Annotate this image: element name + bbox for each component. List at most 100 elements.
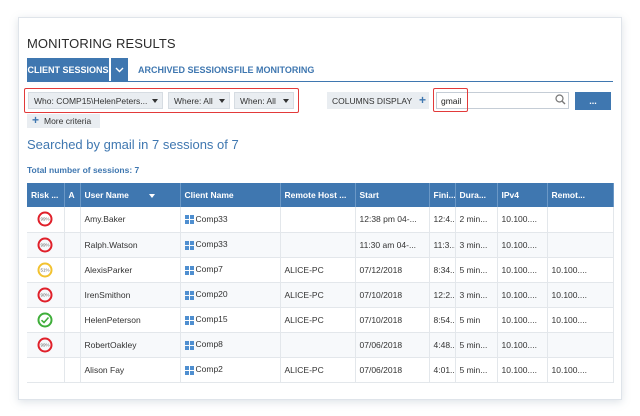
client-name-label: Comp7 <box>195 264 223 275</box>
start-cell: 12:38 pm 04-... <box>355 207 430 233</box>
column-header-remote-ip[interactable]: Remot... <box>547 183 614 207</box>
user-name-cell: Alison Fay <box>80 357 181 383</box>
risk-cell: 99% <box>27 332 65 358</box>
column-header-user-name-label: User Name <box>84 190 129 200</box>
table-row[interactable]: 99% Ralph.Watson Comp33 11:30 am 04-... 11:3… <box>27 232 614 258</box>
alert-cell <box>64 207 81 233</box>
remote-ip-cell: 10.100.... <box>547 307 614 333</box>
user-name-cell: RobertOakley <box>80 332 181 358</box>
client-name-cell: Comp33 <box>180 207 281 233</box>
windows-icon <box>184 265 194 275</box>
table-row[interactable]: 99% Amy.Baker Comp33 12:38 pm 04-... 12:4...… <box>27 207 614 233</box>
remote-host-cell: ALICE-PC <box>280 307 356 333</box>
more-criteria-button[interactable]: + More criteria <box>27 113 100 128</box>
remote-ip-cell <box>547 207 614 233</box>
user-name-cell: AlexisParker <box>80 257 181 283</box>
column-header-client-name[interactable]: Client Name <box>180 183 281 207</box>
table-row[interactable]: Alison Fay Comp2 ALICE-PC 07/06/2018 4:01...… <box>27 357 614 383</box>
risk-cell <box>27 307 65 333</box>
finish-cell: 8:54... <box>429 307 456 333</box>
search-icon[interactable] <box>555 94 566 105</box>
column-header-duration[interactable]: Dura... <box>455 183 498 207</box>
more-criteria-label: More criteria <box>44 116 92 126</box>
risk-percentage: 99% <box>41 342 50 347</box>
ipv4-cell: 10.100.... <box>497 357 548 383</box>
search-summary-heading: Searched by gmail in 7 sessions of 7 <box>27 137 239 152</box>
columns-display-button[interactable]: COLUMNS DISPLAY + <box>327 92 429 109</box>
remote-host-cell <box>280 232 356 258</box>
plus-icon: + <box>419 93 427 107</box>
finish-cell: 4:01... <box>429 357 456 383</box>
plus-icon: + <box>32 113 40 127</box>
sort-down-icon <box>148 193 155 198</box>
ipv4-cell: 10.100.... <box>497 232 548 258</box>
remote-ip-cell: 10.100.... <box>547 282 614 308</box>
risk-percentage: 90% <box>41 292 50 297</box>
alert-cell <box>64 357 81 383</box>
windows-icon <box>184 215 194 225</box>
windows-icon <box>184 340 194 350</box>
table-row[interactable]: HelenPeterson Comp15 ALICE-PC 07/10/2018 8:5… <box>27 307 614 333</box>
remote-host-cell <box>280 207 356 233</box>
where-filter-dropdown[interactable]: Where: All <box>168 92 230 109</box>
table-row[interactable]: 90% IrenSmithon Comp20 ALICE-PC 07/10/2018 12… <box>27 282 614 308</box>
risk-percentage: 51% <box>41 267 50 272</box>
duration-cell: 2 min... <box>455 207 498 233</box>
column-header-user-name[interactable]: User Name <box>80 183 181 207</box>
table-row[interactable]: 99% RobertOakley Comp8 07/06/2018 4:48... 5 m… <box>27 332 614 358</box>
tab-archived-sessions[interactable]: ARCHIVED SESSIONS <box>138 58 234 82</box>
client-name-label: Comp33 <box>195 214 228 225</box>
ipv4-cell: 10.100.... <box>497 207 548 233</box>
duration-cell: 5 min <box>455 307 498 333</box>
remote-host-cell: ALICE-PC <box>280 257 356 283</box>
table-row[interactable]: 51% AlexisParker Comp7 ALICE-PC 07/12/2018 8:… <box>27 257 614 283</box>
column-header-remote-host[interactable]: Remote Host ... <box>280 183 356 207</box>
caret-down-icon <box>219 99 225 103</box>
ipv4-cell: 10.100.... <box>497 282 548 308</box>
column-header-alert[interactable]: A <box>64 183 81 207</box>
remote-ip-cell <box>547 332 614 358</box>
when-filter-label: When: All <box>240 95 276 106</box>
risk-cell <box>27 357 65 383</box>
alert-cell <box>64 257 81 283</box>
check-mark <box>41 316 50 324</box>
page-title: MONITORING RESULTS <box>27 36 176 51</box>
check-circle-icon <box>37 312 53 327</box>
alert-cell <box>64 332 81 358</box>
risk-gauge-icon: 99% <box>37 211 53 227</box>
start-cell: 11:30 am 04-... <box>355 232 430 258</box>
start-cell: 07/12/2018 <box>355 257 430 283</box>
remote-ip-cell: 10.100.... <box>547 257 614 283</box>
windows-icon <box>184 365 194 375</box>
risk-gauge-icon: 99% <box>37 337 53 352</box>
tab-client-sessions[interactable]: CLIENT SESSIONS <box>27 58 109 82</box>
search-go-button[interactable]: ... <box>575 92 611 110</box>
start-cell: 07/06/2018 <box>355 357 430 383</box>
who-filter-dropdown[interactable]: Who: COMP15\HelenPeters... <box>28 92 163 109</box>
column-header-finish[interactable]: Fini... <box>429 183 456 207</box>
client-name-label: Comp2 <box>195 364 223 375</box>
risk-ring <box>37 312 53 327</box>
remote-ip-cell <box>547 232 614 258</box>
ipv4-cell: 10.100.... <box>497 307 548 333</box>
table-header-row: Risk ... A User Name Client Name Remote … <box>27 183 614 207</box>
finish-cell: 8:34... <box>429 257 456 283</box>
finish-cell: 4:48... <box>429 332 456 358</box>
remote-host-cell <box>280 332 356 358</box>
client-name-cell: Comp7 <box>180 257 281 283</box>
column-header-ipv4[interactable]: IPv4 <box>497 183 548 207</box>
finish-cell: 11:3... <box>429 232 456 258</box>
alert-cell <box>64 232 81 258</box>
who-filter-label: Who: COMP15\HelenPeters... <box>34 95 148 106</box>
when-filter-dropdown[interactable]: When: All <box>234 92 294 109</box>
column-header-risk[interactable]: Risk ... <box>27 183 65 207</box>
column-header-start[interactable]: Start <box>355 183 430 207</box>
user-name-cell: Ralph.Watson <box>80 232 181 258</box>
tab-dropdown-button[interactable] <box>111 58 128 82</box>
chevron-down-icon <box>115 67 124 73</box>
finish-cell: 12:2... <box>429 282 456 308</box>
tab-file-monitoring[interactable]: FILE MONITORING <box>234 58 314 82</box>
client-name-cell: Comp2 <box>180 357 281 383</box>
start-cell: 07/10/2018 <box>355 307 430 333</box>
risk-percentage: 99% <box>41 242 50 247</box>
